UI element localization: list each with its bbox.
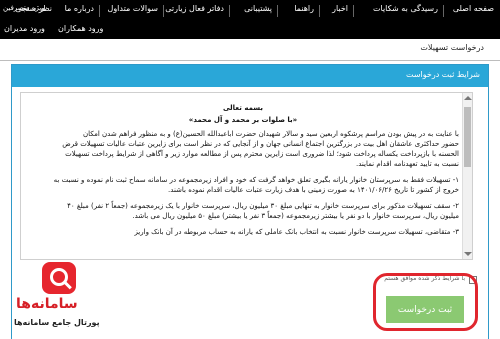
nav-item-active-offices[interactable]: دفاتر فعال زیارتی — [165, 4, 224, 13]
document-line: با عنایت به در پیش بودن مراسم پرشکوه ارب… — [82, 130, 459, 138]
watermark-name: سامانه‌ها — [16, 296, 78, 312]
nav-divider — [443, 5, 444, 17]
document-line: نسبت به تایید تعهدنامه اقدام نمایند. — [356, 160, 459, 168]
watermark-tagline: پورتال جامع سامانه‌ها — [14, 318, 100, 327]
panel-title: شرایط ثبت درخواست — [405, 70, 480, 79]
document-line: ۱- تسهیلات فقط به سرپرستان خانوار یارانه… — [53, 176, 459, 184]
scroll-up-arrow[interactable] — [464, 96, 472, 100]
document-salutation: «با صلوات بر محمد و آل محمد» — [188, 116, 298, 124]
nav-item-complaints[interactable]: رسیدگی به شکایات — [373, 4, 438, 13]
submit-request-button[interactable]: ثبت درخواست — [386, 296, 464, 323]
document-line: ۲- سقف تسهیلات مذکور برای سرپرست خانوار … — [67, 202, 459, 210]
terms-scroll-box[interactable]: بسمه تعالی «با صلوات بر محمد و آل محمد» … — [20, 92, 473, 260]
scrollbar[interactable] — [462, 93, 472, 259]
nav-divider — [163, 5, 164, 17]
nav-item-support[interactable]: پشتیبانی — [244, 4, 272, 13]
document-line: خروج از کشور تا تاریخ ۱۴۰۱/۰۶/۲۶ به صورت… — [168, 186, 459, 194]
terms-document: بسمه تعالی «با صلوات بر محمد و آل محمد» … — [27, 93, 459, 259]
site-watermark-logo: سامانه‌ها پورتال جامع سامانه‌ها — [6, 262, 118, 332]
nav-item-home[interactable]: صفحه اصلی — [453, 4, 494, 13]
nav-divider — [277, 5, 278, 17]
nav-item-about[interactable]: درباره ما — [65, 4, 94, 13]
breadcrumb[interactable]: درخواست تسهیلات — [420, 43, 484, 52]
scrollbar-thumb[interactable] — [464, 107, 471, 167]
breadcrumb-area: درخواست تسهیلات — [0, 39, 500, 61]
manager-login-link[interactable]: ورود مدیران — [4, 24, 45, 33]
scroll-down-arrow[interactable] — [464, 252, 472, 256]
nav-divider — [99, 5, 100, 17]
nav-item-special[interactable]: ویژه متصرفین — [3, 4, 45, 12]
colleague-login-link[interactable]: ورود همکاران — [58, 24, 103, 33]
document-line: حضور حداکثری عاشقان اهل بیت در بزرگترین … — [62, 140, 459, 148]
panel-header: شرایط ثبت درخواست — [12, 65, 488, 87]
nav-item-faq[interactable]: سوالات متداول — [108, 4, 159, 13]
document-line: میلیون ریال، سرپرست خانوار با دو نفر یا … — [132, 212, 459, 220]
secondary-navigation-bar: ورود همکاران ورود مدیران — [0, 22, 500, 39]
top-navigation-bar: صفحه اصلی رسیدگی به شکایات اخبار راهنما … — [0, 0, 500, 22]
nav-divider — [319, 5, 320, 17]
nav-divider — [229, 5, 230, 17]
document-line: الحسنه با بازپرداخت یکساله پرداخت شود؛ ل… — [65, 150, 459, 158]
nav-item-guide[interactable]: راهنما — [294, 4, 314, 13]
document-heading: بسمه تعالی — [222, 104, 264, 112]
magnifier-icon — [42, 262, 76, 294]
document-line: ۳- متقاضی، تسهیلات سرپرست خانوار نسبت به… — [134, 228, 459, 236]
divider — [0, 60, 500, 61]
nav-item-news[interactable]: اخبار — [332, 4, 348, 13]
nav-divider — [353, 5, 354, 17]
